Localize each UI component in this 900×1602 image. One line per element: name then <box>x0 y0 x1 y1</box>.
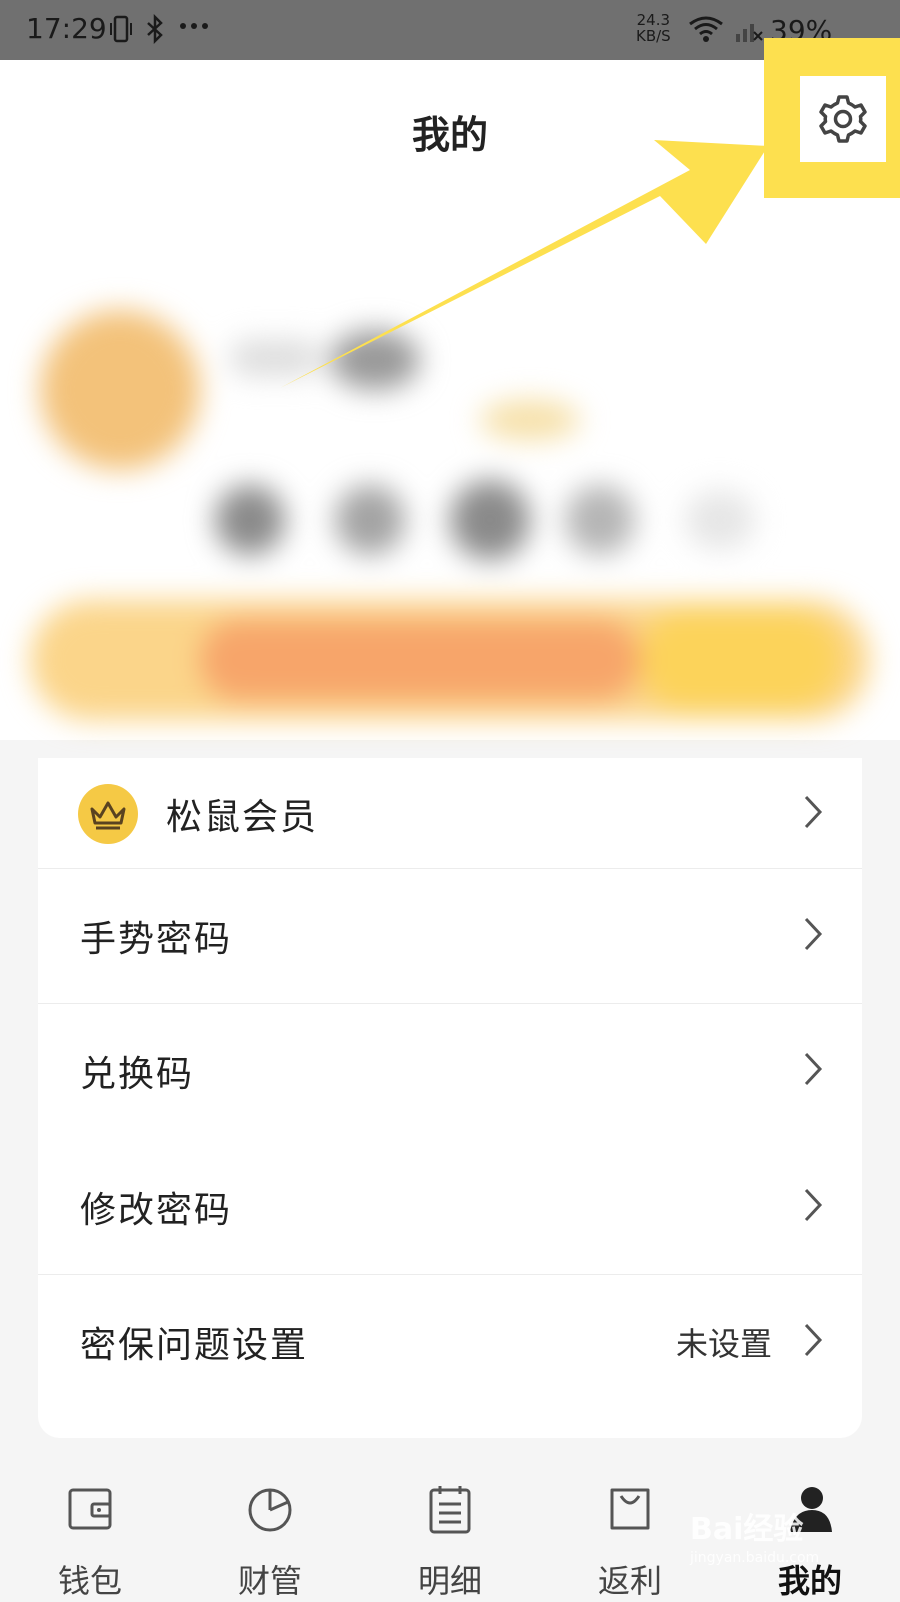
chevron-right-icon <box>802 794 824 834</box>
menu-item-value: 未设置 <box>675 1325 772 1363</box>
chevron-right-icon <box>802 1322 824 1362</box>
baidu-watermark: Bai经验 jingyan.baidu.com <box>690 1504 870 1584</box>
menu-item-gesture-password[interactable]: 手势密码 <box>38 869 862 1003</box>
menu-item-label: 手势密码 <box>80 919 233 960</box>
tab-finance[interactable]: 财管 <box>210 1460 330 1600</box>
menu-item-label: 密保问题设置 <box>80 1325 309 1366</box>
watermark-brand: Bai <box>690 1512 744 1547</box>
settings-menu-card: 松鼠会员 手势密码 兑换码 修改密码 密保问题设置 未设置 <box>38 758 862 1438</box>
watermark-url: jingyan.baidu.com <box>690 1550 820 1566</box>
menu-item-redeem-code[interactable]: 兑换码 <box>38 1004 862 1138</box>
tab-details[interactable]: 明细 <box>390 1460 510 1600</box>
chevron-right-icon <box>802 1187 824 1227</box>
tab-label: 返利 <box>597 1562 662 1600</box>
crown-icon <box>78 784 138 844</box>
menu-item-vip[interactable]: 松鼠会员 <box>38 758 862 870</box>
tab-label: 财管 <box>237 1562 302 1600</box>
tab-wallet[interactable]: 钱包 <box>30 1460 150 1600</box>
tab-rebate[interactable]: 返利 <box>570 1460 690 1600</box>
watermark-brand-2: 经验 <box>743 1512 804 1547</box>
shopping-bag-icon <box>606 1484 654 1534</box>
chevron-right-icon <box>802 916 824 956</box>
page-title: 我的 <box>411 112 488 157</box>
chevron-right-icon <box>802 1051 824 1091</box>
menu-item-label: 兑换码 <box>80 1054 195 1095</box>
pie-chart-icon <box>246 1484 294 1534</box>
list-icon <box>426 1484 474 1534</box>
tab-label: 钱包 <box>57 1562 122 1600</box>
menu-item-label: 松鼠会员 <box>166 797 319 838</box>
menu-item-security-question[interactable]: 密保问题设置 未设置 <box>38 1275 862 1409</box>
wallet-icon <box>66 1484 114 1534</box>
tab-label: 明细 <box>417 1562 482 1600</box>
menu-item-change-password[interactable]: 修改密码 <box>38 1140 862 1274</box>
menu-item-label: 修改密码 <box>80 1190 233 1231</box>
